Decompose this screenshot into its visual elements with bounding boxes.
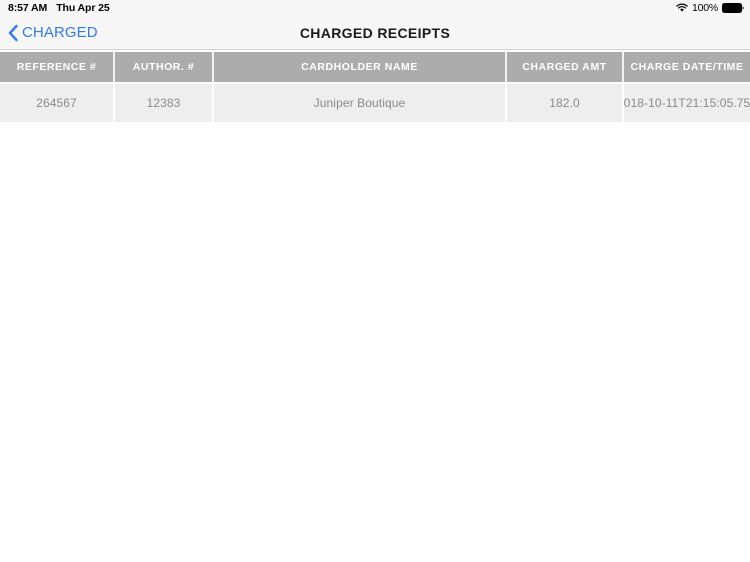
column-header-author[interactable]: AUTHOR. # <box>115 52 214 82</box>
empty-content-area <box>0 122 750 560</box>
status-time: 8:57 AM <box>8 2 48 14</box>
column-header-reference[interactable]: REFERENCE # <box>0 52 115 82</box>
navigation-bar: CHARGED CHARGED RECEIPTS <box>0 16 750 50</box>
battery-full-icon <box>722 3 744 13</box>
column-header-cardholder[interactable]: CARDHOLDER NAME <box>214 52 507 82</box>
column-header-amount[interactable]: CHARGED AMT <box>507 52 624 82</box>
status-date: Thu Apr 25 <box>56 2 110 14</box>
cell-reference: 264567 <box>0 84 115 122</box>
status-bar-right: 100% <box>676 2 744 14</box>
chevron-left-icon <box>8 24 19 42</box>
wifi-icon <box>676 3 688 13</box>
cell-amount: 182.0 <box>507 84 624 122</box>
battery-percent-label: 100% <box>691 2 718 14</box>
cell-cardholder: Juniper Boutique <box>214 84 507 122</box>
cell-datetime: 2018-10-11T21:15:05.757 <box>624 96 750 110</box>
status-bar: 8:57 AM Thu Apr 25 100% <box>0 0 750 16</box>
table-header-row: REFERENCE # AUTHOR. # CARDHOLDER NAME CH… <box>0 52 750 82</box>
page-title: CHARGED RECEIPTS <box>299 24 451 41</box>
back-button[interactable]: CHARGED <box>0 24 98 42</box>
table-row[interactable]: 264567 12383 Juniper Boutique 182.0 2018… <box>0 84 750 122</box>
back-button-label: CHARGED <box>22 24 98 41</box>
cell-author: 12383 <box>115 84 214 122</box>
column-header-datetime[interactable]: CHARGE DATE/TIME <box>624 52 750 82</box>
receipts-table: REFERENCE # AUTHOR. # CARDHOLDER NAME CH… <box>0 52 750 122</box>
status-bar-left: 8:57 AM Thu Apr 25 <box>8 2 110 14</box>
